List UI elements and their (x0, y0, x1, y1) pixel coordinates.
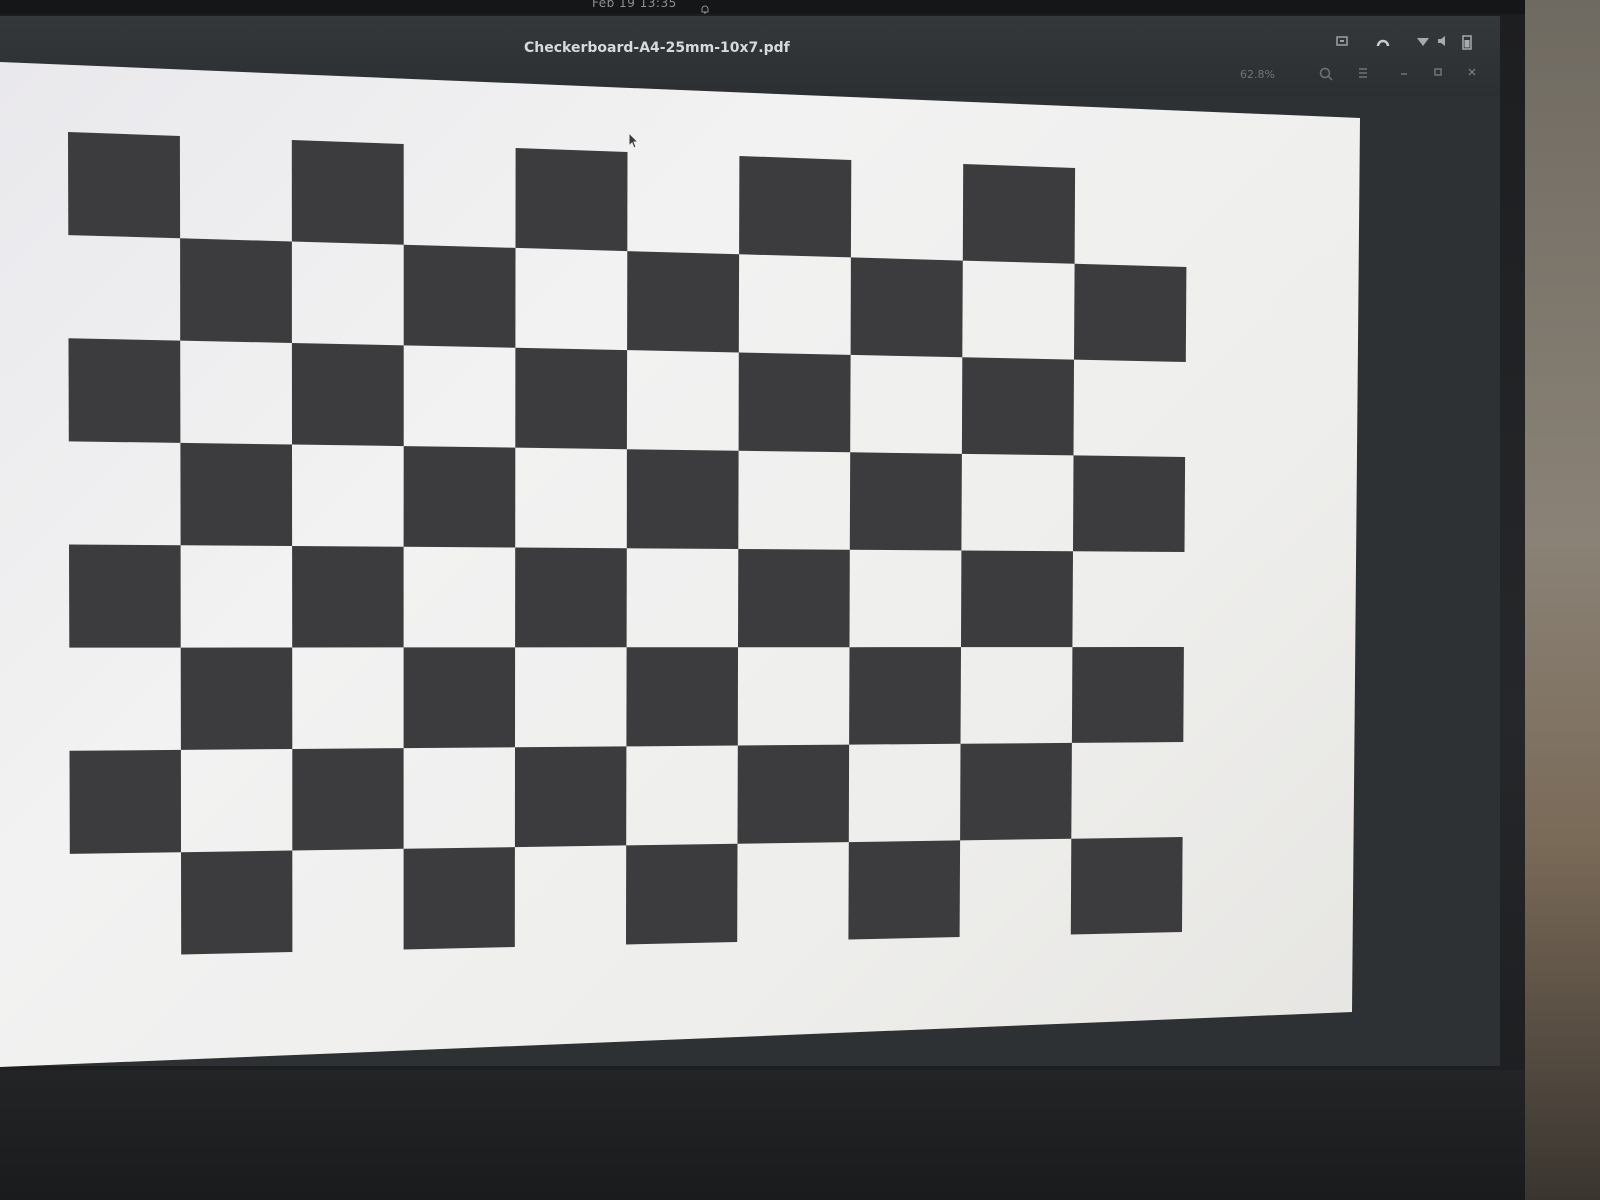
checker-square (403, 847, 515, 950)
volume-icon[interactable] (1436, 34, 1450, 56)
checker-square (69, 749, 181, 854)
checker-square (1070, 837, 1183, 935)
checker-square (292, 546, 404, 648)
checker-square (515, 148, 628, 252)
battery-icon[interactable] (1462, 34, 1472, 56)
bell-icon[interactable] (700, 0, 710, 14)
checkerboard-pattern (68, 132, 1187, 955)
menu-icon[interactable] (1356, 66, 1376, 86)
zoom-level[interactable]: 62.8% (1240, 68, 1275, 81)
checker-square (738, 549, 850, 648)
checker-square (514, 746, 627, 848)
checker-square (626, 843, 738, 945)
checker-square (291, 140, 404, 245)
checker-square (1071, 647, 1184, 743)
checker-square (180, 647, 293, 750)
checker-square (68, 132, 181, 239)
checker-square (68, 338, 181, 443)
network-icon[interactable] (1335, 34, 1349, 56)
checker-square (960, 742, 1072, 841)
maximize-icon[interactable] (1432, 66, 1452, 86)
search-icon[interactable] (1318, 66, 1338, 86)
checker-square (292, 748, 404, 851)
checker-square (403, 244, 516, 348)
checker-square (180, 238, 292, 343)
mouse-cursor-icon (628, 131, 640, 150)
checker-square (850, 257, 963, 358)
upload-icon[interactable] (1375, 34, 1391, 56)
checker-square (180, 442, 293, 546)
checker-square (738, 352, 851, 453)
pdf-viewer-window: Checkerboard-A4-25mm-10x7.pdf 62.8% (0, 16, 1500, 1067)
topbar-clock[interactable]: Feb 19 13:35 (592, 0, 677, 10)
close-icon[interactable] (1466, 66, 1486, 86)
checker-square (962, 164, 1076, 264)
checker-square (1073, 455, 1186, 552)
checker-square (291, 343, 404, 447)
system-topbar: Feb 19 13:35 (0, 0, 1525, 14)
checker-square (848, 840, 961, 940)
checker-square (626, 449, 739, 549)
checker-square (849, 647, 961, 745)
checker-square (1074, 263, 1187, 362)
checker-square (403, 647, 516, 749)
checker-square (515, 547, 627, 648)
checker-square (403, 446, 516, 548)
room-background (1525, 0, 1600, 1200)
checker-square (961, 357, 1074, 456)
document-title: Checkerboard-A4-25mm-10x7.pdf (524, 40, 790, 56)
checker-square (961, 550, 1073, 648)
checker-square (739, 156, 852, 258)
checker-square (737, 744, 850, 844)
checker-square (626, 647, 738, 747)
monitor-bottom-bezel (0, 1070, 1525, 1200)
checker-square (515, 347, 628, 450)
wifi-icon[interactable] (1416, 34, 1430, 56)
checker-square (627, 251, 740, 353)
checker-square (181, 850, 293, 955)
checker-square (69, 544, 181, 648)
pdf-page (0, 62, 1360, 1067)
minimize-icon[interactable] (1398, 66, 1418, 86)
checker-square (849, 452, 962, 551)
